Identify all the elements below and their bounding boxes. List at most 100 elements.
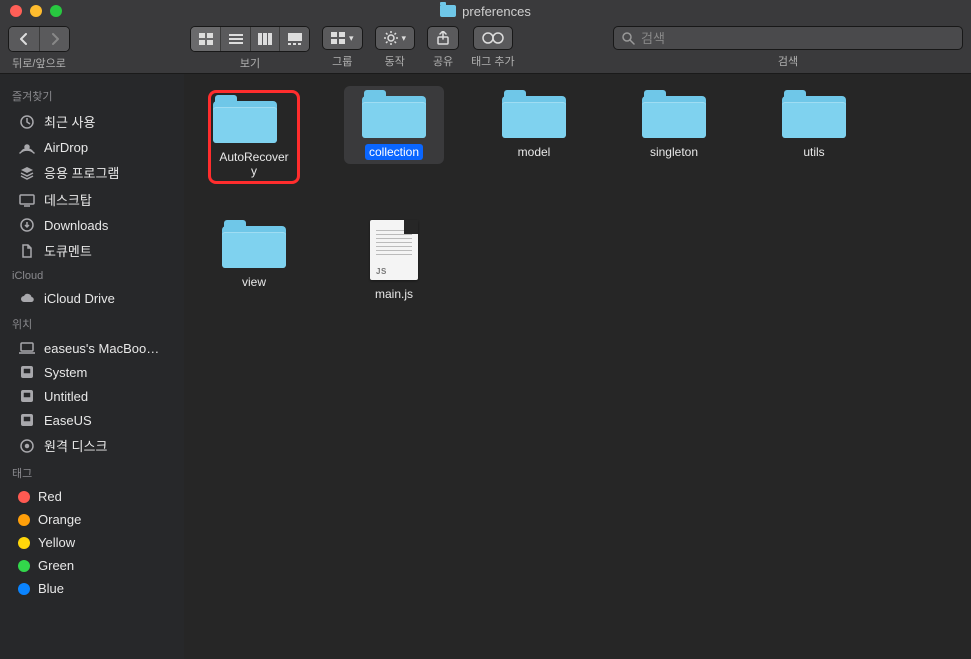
favorites-item[interactable]: Downloads <box>0 213 184 237</box>
folder-item[interactable]: singleton <box>624 86 724 164</box>
disk-icon <box>18 364 36 380</box>
folder-icon <box>502 90 566 138</box>
tags-label: 태그 추가 <box>471 53 515 69</box>
cloud-icon <box>18 290 36 306</box>
view-gallery-button[interactable] <box>279 27 309 51</box>
folder-item[interactable]: model <box>484 86 584 164</box>
folder-item[interactable]: AutoRecovery <box>204 86 304 188</box>
tag-item[interactable]: Orange <box>0 508 184 531</box>
fullscreen-window-button[interactable] <box>50 5 62 17</box>
apps-icon <box>18 165 36 181</box>
js-file-icon: JS <box>370 220 418 280</box>
folder-icon <box>782 90 846 138</box>
folder-item[interactable]: view <box>204 216 304 294</box>
favorites-item[interactable]: 최근 사용 <box>0 108 184 135</box>
folder-item[interactable]: collection <box>344 86 444 164</box>
group-button[interactable]: ▾ <box>322 26 363 50</box>
tag-dot-icon <box>18 491 30 503</box>
sidebar-item-label: Downloads <box>44 218 108 233</box>
list-icon <box>229 33 243 45</box>
file-item[interactable]: JSmain.js <box>344 216 444 306</box>
view-list-button[interactable] <box>220 27 250 51</box>
locations-item[interactable]: EaseUS <box>0 408 184 432</box>
sidebar-item-label: 최근 사용 <box>44 112 95 131</box>
sidebar-section-favorites: 즐겨찾기 <box>0 82 184 108</box>
folder-icon <box>362 90 426 138</box>
folder-item[interactable]: utils <box>764 86 864 164</box>
favorites-item[interactable]: 데스크탑 <box>0 186 184 213</box>
folder-icon <box>222 220 286 268</box>
favorites-item[interactable]: 도큐멘트 <box>0 237 184 264</box>
tags-cluster: 태그 추가 <box>471 26 515 69</box>
sidebar-item-label: 데스크탑 <box>44 190 92 209</box>
icloud-item[interactable]: iCloud Drive <box>0 286 184 310</box>
tag-dot-icon <box>18 583 30 595</box>
icon-grid: AutoRecovery collection model singleton util… <box>204 86 951 306</box>
documents-icon <box>18 243 36 259</box>
group-label: 그룹 <box>332 53 352 69</box>
share-label: 공유 <box>433 53 453 69</box>
sidebar-item-label: EaseUS <box>44 413 92 428</box>
tag-item[interactable]: Blue <box>0 577 184 600</box>
sidebar-item-label: 응용 프로그램 <box>44 163 119 182</box>
tag-dot-icon <box>18 560 30 572</box>
file-label: singleton <box>646 144 702 160</box>
sidebar-item-label: Green <box>38 558 74 573</box>
group-cluster: ▾ 그룹 <box>322 26 363 69</box>
sidebar-item-label: Red <box>38 489 62 504</box>
airdrop-icon <box>18 139 36 155</box>
locations-item[interactable]: Untitled <box>0 384 184 408</box>
disk-icon <box>18 388 36 404</box>
search-label: 검색 <box>778 53 798 69</box>
tag-item[interactable]: Yellow <box>0 531 184 554</box>
file-browser[interactable]: AutoRecovery collection model singleton util… <box>184 74 971 659</box>
window-controls <box>0 5 62 17</box>
view-segmented <box>190 26 310 52</box>
view-icons-button[interactable] <box>191 27 220 51</box>
sidebar-item-label: 원격 디스크 <box>44 436 107 455</box>
search-field[interactable] <box>613 26 963 50</box>
clock-icon <box>18 114 36 130</box>
locations-item[interactable]: 원격 디스크 <box>0 432 184 459</box>
share-button[interactable] <box>427 26 459 50</box>
locations-item[interactable]: easeus's MacBoo… <box>0 336 184 360</box>
tag-item[interactable]: Red <box>0 485 184 508</box>
sidebar-item-label: System <box>44 365 87 380</box>
highlight-frame: AutoRecovery <box>208 90 300 184</box>
favorites-item[interactable]: 응용 프로그램 <box>0 159 184 186</box>
sidebar-item-label: Untitled <box>44 389 88 404</box>
locations-item[interactable]: System <box>0 360 184 384</box>
search-cluster: 검색 <box>613 26 963 69</box>
desktop-icon <box>18 192 36 208</box>
sidebar-item-label: 도큐멘트 <box>44 241 92 260</box>
tag-icon <box>482 32 504 44</box>
nav-group: 뒤로/앞으로 <box>8 26 70 71</box>
back-button[interactable] <box>9 27 39 51</box>
sidebar-item-label: Blue <box>38 581 64 596</box>
file-label: model <box>514 144 555 160</box>
chevron-right-icon <box>50 33 60 45</box>
minimize-window-button[interactable] <box>30 5 42 17</box>
close-window-button[interactable] <box>10 5 22 17</box>
gallery-icon <box>288 33 302 45</box>
nav-segmented <box>8 26 70 52</box>
tag-dot-icon <box>18 537 30 549</box>
search-icon <box>622 32 635 45</box>
tag-item[interactable]: Green <box>0 554 184 577</box>
sidebar-item-label: Yellow <box>38 535 75 550</box>
favorites-item[interactable]: AirDrop <box>0 135 184 159</box>
sidebar-section-icloud: iCloud <box>0 264 184 286</box>
action-button[interactable]: ▾ <box>375 26 416 50</box>
view-columns-button[interactable] <box>250 27 280 51</box>
window-title-text: preferences <box>462 4 531 19</box>
chevron-down-icon: ▾ <box>349 33 354 44</box>
sidebar: 즐겨찾기 최근 사용 AirDrop 응용 프로그램데스크탑 Downloads 도큐멘… <box>0 74 184 659</box>
tag-dot-icon <box>18 514 30 526</box>
search-input[interactable] <box>641 31 954 46</box>
forward-button[interactable] <box>39 27 69 51</box>
file-label: utils <box>799 144 828 160</box>
sidebar-item-label: Orange <box>38 512 81 527</box>
action-label: 동작 <box>385 53 405 69</box>
laptop-icon <box>18 340 36 356</box>
edit-tags-button[interactable] <box>473 26 513 50</box>
